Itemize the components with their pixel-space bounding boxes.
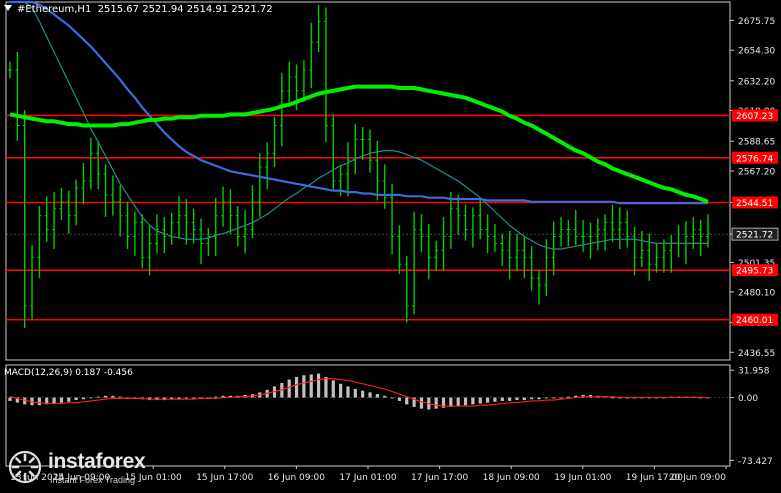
y-axis-label: 2632.20 <box>738 77 775 87</box>
macd-histogram-bar <box>294 376 299 398</box>
macd-histogram-bar <box>566 396 570 398</box>
macd-histogram-bar <box>493 397 497 402</box>
macd-histogram-bar <box>118 396 122 398</box>
y-axis-label: 2654.30 <box>738 47 775 57</box>
y-axis-label: 2480.10 <box>738 288 775 298</box>
brand-tagline: Instant Forex Trading <box>50 475 136 485</box>
timeframe: H1 <box>77 4 92 15</box>
macd-histogram-bar <box>383 395 387 398</box>
chart-header: #Ethereum,H1 2515.67 2521.94 2514.91 252… <box>4 3 273 16</box>
macd-histogram-bar <box>74 397 78 401</box>
macd-histogram-bar <box>515 397 519 401</box>
macd-histogram-bar <box>316 373 321 398</box>
level-label: 2544.51 <box>736 199 773 209</box>
current-price-label: 2521.72 <box>736 231 773 241</box>
macd-histogram-bar <box>324 376 328 398</box>
macd-histogram-bar <box>368 392 372 398</box>
macd-histogram-bar <box>522 397 526 401</box>
macd-histogram-bar <box>346 386 350 398</box>
macd-histogram-bar <box>103 395 108 398</box>
macd-histogram-bar <box>353 388 357 398</box>
macd-histogram-bar <box>89 397 93 399</box>
macd-histogram-bar <box>375 394 379 398</box>
x-axis-label: 19 Jun 01:00 <box>554 473 611 483</box>
macd-histogram-bar <box>52 397 56 404</box>
main-pane-frame <box>5 1 731 361</box>
level-label: 2460.01 <box>736 316 773 326</box>
macd-axis-label: 31.958 <box>738 367 770 377</box>
macd-histogram-bar <box>544 397 548 399</box>
macd-histogram-bar <box>559 397 563 399</box>
macd-histogram-bar <box>96 396 100 398</box>
macd-histogram-bar <box>500 397 504 401</box>
level-label: 2607.23 <box>736 112 773 122</box>
x-axis-label: 17 Jun 01:00 <box>339 473 396 483</box>
macd-histogram-bar <box>390 397 394 399</box>
macd-histogram-bar <box>405 397 409 405</box>
level-label: 2576.74 <box>736 154 773 164</box>
x-axis-label: 17 Jun 17:00 <box>411 473 468 483</box>
macd-histogram-bar <box>302 375 306 398</box>
macd-header: MACD(12,26,9) 0.187 -0.456 <box>4 368 133 378</box>
x-axis-label: 16 Jun 09:00 <box>268 473 325 483</box>
x-axis-label: 18 Jun 09:00 <box>483 473 540 483</box>
x-axis-label: 20 Jun 09:00 <box>669 473 726 483</box>
macd-histogram-bar <box>434 397 438 409</box>
macd-histogram-bar <box>471 397 475 405</box>
y-axis-label: 2588.65 <box>738 138 775 148</box>
macd-histogram-bar <box>552 397 556 399</box>
dropdown-triangle-icon[interactable] <box>4 5 12 11</box>
ohlc-values: 2515.67 2521.94 2514.91 2521.72 <box>97 4 273 15</box>
y-axis-label: 2675.75 <box>738 17 775 27</box>
y-axis-label: 2436.55 <box>738 349 775 359</box>
macd-axis-label: 0.00 <box>738 394 758 404</box>
instaforex-logo-icon <box>8 450 42 484</box>
y-axis-label: 2567.20 <box>738 168 775 178</box>
macd-histogram-bar <box>309 374 313 398</box>
macd-histogram-bar <box>485 397 490 403</box>
macd-histogram-bar <box>339 383 343 398</box>
macd-histogram-bar <box>530 397 534 400</box>
macd-histogram-bar <box>81 397 86 400</box>
instaforex-logo: instaforex Instant Forex Trading <box>8 448 208 486</box>
level-label: 2495.73 <box>736 267 773 277</box>
macd-histogram-bar <box>67 397 71 402</box>
macd-histogram-bar <box>331 380 335 398</box>
macd-histogram-bar <box>184 397 188 399</box>
chart-root: 2675.752654.302632.202610.802588.652567.… <box>0 0 781 489</box>
macd-histogram-bar <box>463 397 468 406</box>
macd-histogram-bar <box>478 397 482 404</box>
macd-histogram-bar <box>37 397 41 406</box>
macd-histogram-bar <box>456 397 460 407</box>
macd-histogram-bar <box>287 379 291 398</box>
macd-histogram-bar <box>111 395 115 398</box>
macd-histogram-bar <box>508 397 512 401</box>
symbol-name: #Ethereum <box>17 4 75 15</box>
macd-histogram-bar <box>419 397 424 409</box>
macd-histogram-bar <box>8 397 12 401</box>
macd-histogram-bar <box>23 397 27 405</box>
brand-name: instaforex <box>48 450 146 473</box>
price-chart[interactable]: 2675.752654.302632.202610.802588.652567.… <box>0 0 781 489</box>
macd-axis-label: -73.427 <box>738 457 773 467</box>
macd-histogram-bar <box>192 397 196 399</box>
macd-histogram-bar <box>361 390 365 398</box>
macd-histogram-bar <box>397 397 402 401</box>
macd-histogram-bar <box>59 397 64 403</box>
macd-histogram-bar <box>449 397 453 407</box>
ma-slow-line <box>9 84 709 204</box>
macd-signal-line <box>9 378 708 407</box>
macd-histogram-bar <box>214 396 218 398</box>
macd-histogram-bar <box>537 397 541 400</box>
macd-histogram-bar <box>610 397 615 399</box>
